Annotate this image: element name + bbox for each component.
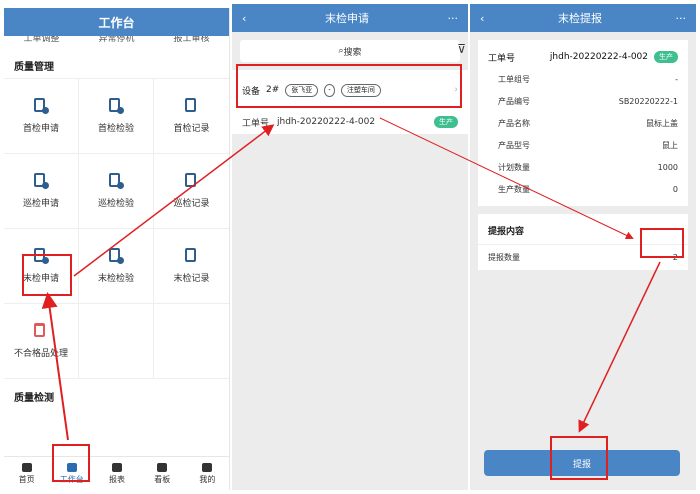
document-icon [184, 98, 199, 113]
final-check-apply-header: ‹ 末检申请 ··· [232, 4, 468, 32]
first-check-apply[interactable]: 首检申请 [4, 79, 79, 154]
document-icon [184, 248, 199, 263]
empty-cell [154, 304, 229, 379]
order-detail-card: 工单号 jhdh-20220222-4-002 生产 工单组号 - 产品编号 SB20… [478, 40, 688, 206]
document-icon [184, 173, 199, 188]
patrol-check-record[interactable]: 巡检记录 [154, 154, 229, 229]
document-icon [109, 173, 124, 189]
final-check-record[interactable]: 末检记录 [154, 229, 229, 304]
partial-item-3[interactable]: 报工审核 [173, 36, 209, 48]
detail-row: 生产数量 0 [498, 184, 678, 194]
highlight-final-check-apply [22, 254, 72, 296]
detail-row: 产品型号 鼠上 [498, 140, 678, 150]
back-icon[interactable]: ‹ [242, 12, 246, 25]
home-icon [21, 462, 32, 472]
nonconforming-handling[interactable]: 不合格品处理 [4, 304, 79, 379]
document-icon [34, 98, 49, 114]
first-check-inspect[interactable]: 首检检验 [79, 79, 154, 154]
partial-item-1[interactable]: 工单调整 [23, 36, 59, 48]
search-input[interactable]: ⌕ 搜索 [240, 40, 460, 62]
final-check-apply-title: 末检申请 [324, 12, 369, 25]
section-quality-inspection: 质量检测 [14, 393, 54, 404]
detail-row: 计划数量 1000 [498, 162, 678, 172]
status-badge: 生产 [434, 116, 458, 128]
highlight-device-row [236, 64, 462, 108]
final-check-submit-header: ‹ 末检提报 ··· [470, 4, 696, 32]
document-icon [109, 248, 124, 264]
detail-row: 产品名称 鼠标上盖 [498, 118, 678, 128]
user-icon [202, 462, 213, 472]
patrol-check-apply[interactable]: 巡检申请 [4, 154, 79, 229]
tab-home[interactable]: 首页 [4, 457, 49, 490]
tab-me[interactable]: 我的 [185, 457, 229, 490]
more-icon[interactable]: ··· [448, 12, 459, 25]
final-check-inspect[interactable]: 末检检验 [79, 229, 154, 304]
highlight-submit-button [550, 436, 608, 480]
tab-reports[interactable]: 报表 [94, 457, 139, 490]
more-icon[interactable]: ··· [676, 12, 687, 25]
back-icon[interactable]: ‹ [480, 12, 484, 25]
pie-chart-icon [112, 462, 122, 472]
patrol-check-inspect[interactable]: 巡检检验 [79, 154, 154, 229]
document-icon [34, 173, 49, 189]
section-quality-management: 质量管理 [14, 62, 54, 73]
work-order-header: 工单号 jhdh-20220222-4-002 生产 [488, 46, 678, 68]
document-icon [109, 98, 124, 114]
quality-grid: 首检申请 首检检验 首检记录 巡检申请 巡检检验 巡检记录 末检申请 末检检验 … [4, 78, 229, 379]
final-check-submit-title: 末检提报 [557, 12, 602, 25]
highlight-submit-qty [640, 228, 684, 258]
partial-item-2[interactable]: 异常停机 [98, 36, 134, 48]
filter-icon[interactable]: ⊽ [457, 42, 466, 56]
detail-row: 工单组号 - [498, 74, 678, 84]
work-order-row[interactable]: 工单号 jhdh-20220222-4-002 生产 [232, 110, 468, 134]
detail-row: 产品编号 SB20220222-1 [498, 96, 678, 106]
tab-dashboard[interactable]: 看板 [140, 457, 185, 490]
board-icon [157, 462, 168, 472]
highlight-workbench-tab [52, 444, 90, 482]
empty-cell [79, 304, 154, 379]
composite-screenshot: 工作台 工单调整 异常停机 报工审核 质量管理 首检申请 首检检验 首检记录 巡… [0, 0, 700, 494]
first-check-record[interactable]: 首检记录 [154, 79, 229, 154]
partial-top-row: 工单调整 异常停机 报工审核 [4, 36, 229, 48]
workbench-panel: 工作台 工单调整 异常停机 报工审核 质量管理 首检申请 首检检验 首检记录 巡… [4, 8, 230, 490]
status-badge: 生产 [654, 51, 678, 63]
workbench-title: 工作台 [4, 8, 229, 36]
trash-icon [34, 323, 48, 338]
bottom-tab-bar: 首页 工作台 报表 看板 我的 [4, 456, 229, 490]
